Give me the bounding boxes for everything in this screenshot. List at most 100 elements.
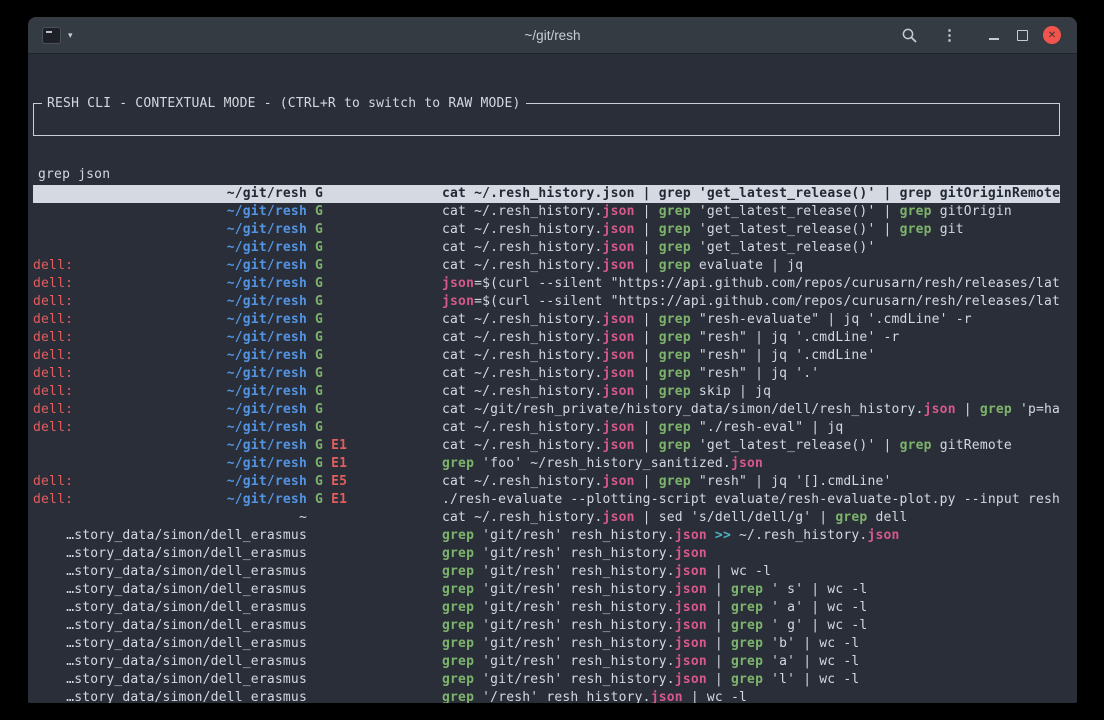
match-highlight: json	[675, 636, 707, 651]
history-row[interactable]: dell:~/git/reshGcat ~/.resh_history.json…	[33, 329, 1060, 347]
match-highlight: json	[603, 438, 635, 453]
flags-column: G	[307, 293, 442, 311]
row-left-columns: …story_data/simon/dell_erasmus	[33, 671, 307, 689]
history-row[interactable]: …story_data/simon/dell_erasmusgrep 'git/…	[33, 581, 1060, 599]
directory-label: …story_data/simon/dell_erasmus	[66, 563, 307, 581]
history-row[interactable]: …story_data/simon/dell_erasmusgrep '/res…	[33, 689, 1060, 703]
flag-g: G	[315, 492, 323, 507]
directory-label: ~/git/resh	[227, 455, 307, 473]
match-highlight: grep	[659, 420, 691, 435]
directory-label: ~	[299, 509, 307, 527]
restore-button[interactable]	[1017, 30, 1028, 41]
command-text: cat ~/.resh_history.json | grep "resh" |…	[442, 329, 1060, 347]
search-button[interactable]	[901, 27, 918, 44]
history-row[interactable]: dell:~/git/reshGcat ~/.resh_history.json…	[33, 419, 1060, 437]
match-highlight: json	[442, 294, 474, 309]
flag-g: G	[315, 222, 323, 237]
history-row[interactable]: …story_data/simon/dell_erasmusgrep 'git/…	[33, 599, 1060, 617]
flags-column: G	[307, 419, 442, 437]
history-row[interactable]: …story_data/simon/dell_erasmusgrep 'git/…	[33, 653, 1060, 671]
row-left-columns: dell:~/git/resh	[33, 275, 307, 293]
directory-label: ~/git/resh	[227, 257, 307, 275]
match-highlight: grep	[659, 330, 691, 345]
match-highlight: json	[867, 528, 899, 543]
flag-e1: E1	[331, 492, 347, 507]
history-row[interactable]: dell:~/git/reshGcat ~/.resh_history.json…	[33, 365, 1060, 383]
match-highlight: grep	[900, 438, 932, 453]
command-text: cat ~/.resh_history.json | grep "resh-ev…	[442, 311, 1060, 329]
command-text: json=$(curl --silent "https://api.github…	[442, 293, 1060, 311]
flag-g: G	[315, 402, 323, 417]
directory-label: ~/git/resh	[227, 401, 307, 419]
command-text: cat ~/.resh_history.json | grep 'get_lat…	[442, 437, 1060, 455]
match-highlight: json	[731, 456, 763, 471]
row-left-columns: dell:~/git/resh	[33, 419, 307, 437]
match-highlight: grep	[731, 600, 763, 615]
row-left-columns: …story_data/simon/dell_erasmus	[33, 545, 307, 563]
match-highlight: grep	[659, 366, 691, 381]
command-text: grep 'git/resh' resh_history.json | grep…	[442, 635, 1060, 653]
history-row[interactable]: dell:~/git/reshGjson=$(curl --silent "ht…	[33, 293, 1060, 311]
match-highlight: grep	[659, 474, 691, 489]
history-row[interactable]: ~/git/reshG E1cat ~/.resh_history.json |…	[33, 437, 1060, 455]
flags-column	[307, 599, 442, 617]
flags-column: G	[307, 383, 442, 401]
directory-label: ~/git/resh	[227, 491, 307, 509]
kebab-menu-icon: ⋮	[942, 26, 957, 44]
menu-button[interactable]: ⋮	[942, 26, 957, 44]
terminal-content: RESH CLI - CONTEXTUAL MODE - (CTRL+R to …	[28, 54, 1077, 703]
directory-label: …story_data/simon/dell_erasmus	[66, 545, 307, 563]
flag-g: G	[315, 258, 323, 273]
minimize-icon	[989, 31, 999, 40]
flags-column: G	[307, 365, 442, 383]
history-row[interactable]: …story_data/simon/dell_erasmusgrep 'git/…	[33, 545, 1060, 563]
command-text: grep 'git/resh' resh_history.json >> ~/.…	[442, 527, 1060, 545]
flag-g: G	[315, 330, 323, 345]
history-row[interactable]: …story_data/simon/dell_erasmusgrep 'git/…	[33, 635, 1060, 653]
command-text: grep 'git/resh' resh_history.json | grep…	[442, 653, 1060, 671]
history-row[interactable]: ~/git/reshG E1grep 'foo' ~/resh_history_…	[33, 455, 1060, 473]
history-row[interactable]: ~cat ~/.resh_history.json | sed 's/dell/…	[33, 509, 1060, 527]
flag-g: G	[315, 456, 323, 471]
history-row[interactable]: …story_data/simon/dell_erasmusgrep 'git/…	[33, 671, 1060, 689]
history-row[interactable]: dell:~/git/reshGcat ~/.resh_history.json…	[33, 257, 1060, 275]
match-highlight: grep	[900, 222, 932, 237]
close-button[interactable]: ✕	[1043, 26, 1061, 44]
history-row[interactable]: …story_data/simon/dell_erasmusgrep 'git/…	[33, 527, 1060, 545]
row-left-columns: dell:~/git/resh	[33, 383, 307, 401]
row-left-columns: dell:~/git/resh	[33, 347, 307, 365]
history-row[interactable]: ~/git/reshGcat ~/.resh_history.json | gr…	[33, 239, 1060, 257]
host-label: dell:	[33, 275, 73, 293]
history-row[interactable]: dell:~/git/reshGcat ~/git/resh_private/h…	[33, 401, 1060, 419]
history-row[interactable]: dell:~/git/reshGcat ~/.resh_history.json…	[33, 383, 1060, 401]
history-row[interactable]: ~/git/reshGcat ~/.resh_history.json | gr…	[33, 221, 1060, 239]
command-text: cat ~/.resh_history.json | grep skip | j…	[442, 383, 1060, 401]
directory-label: ~/git/resh	[227, 239, 307, 257]
minimize-button[interactable]	[989, 31, 999, 40]
flags-column: G	[307, 347, 442, 365]
match-highlight: json	[675, 564, 707, 579]
history-row[interactable]: dell:~/git/reshGcat ~/.resh_history.json…	[33, 311, 1060, 329]
new-terminal-button[interactable]: ▾	[40, 25, 75, 46]
row-left-columns: dell:~/git/resh	[33, 365, 307, 383]
history-row[interactable]: dell:~/git/reshGcat ~/.resh_history.json…	[33, 347, 1060, 365]
command-text: cat ~/.resh_history.json | grep 'get_lat…	[442, 239, 1060, 257]
host-label: dell:	[33, 293, 73, 311]
command-text: grep 'foo' ~/resh_history_sanitized.json	[442, 455, 1060, 473]
history-row[interactable]: dell:~/git/reshG E1./resh-evaluate --plo…	[33, 491, 1060, 509]
search-query-input[interactable]: grep json	[38, 166, 1059, 184]
match-highlight: grep	[731, 654, 763, 669]
history-row[interactable]: dell:~/git/reshG E5cat ~/.resh_history.j…	[33, 473, 1060, 491]
match-highlight: grep	[659, 384, 691, 399]
match-highlight: grep	[659, 312, 691, 327]
search-icon	[901, 27, 918, 44]
resh-search-panel: RESH CLI - CONTEXTUAL MODE - (CTRL+R to …	[33, 103, 1060, 136]
history-row[interactable]: …story_data/simon/dell_erasmusgrep 'git/…	[33, 563, 1060, 581]
titlebar[interactable]: ▾ ~/git/resh ⋮ ✕	[28, 17, 1077, 54]
match-highlight: grep	[442, 636, 474, 651]
flags-column: G E5	[307, 473, 442, 491]
history-row[interactable]: dell:~/git/reshGjson=$(curl --silent "ht…	[33, 275, 1060, 293]
host-label: dell:	[33, 347, 73, 365]
history-row[interactable]: …story_data/simon/dell_erasmusgrep 'git/…	[33, 617, 1060, 635]
directory-label: ~/git/resh	[227, 221, 307, 239]
